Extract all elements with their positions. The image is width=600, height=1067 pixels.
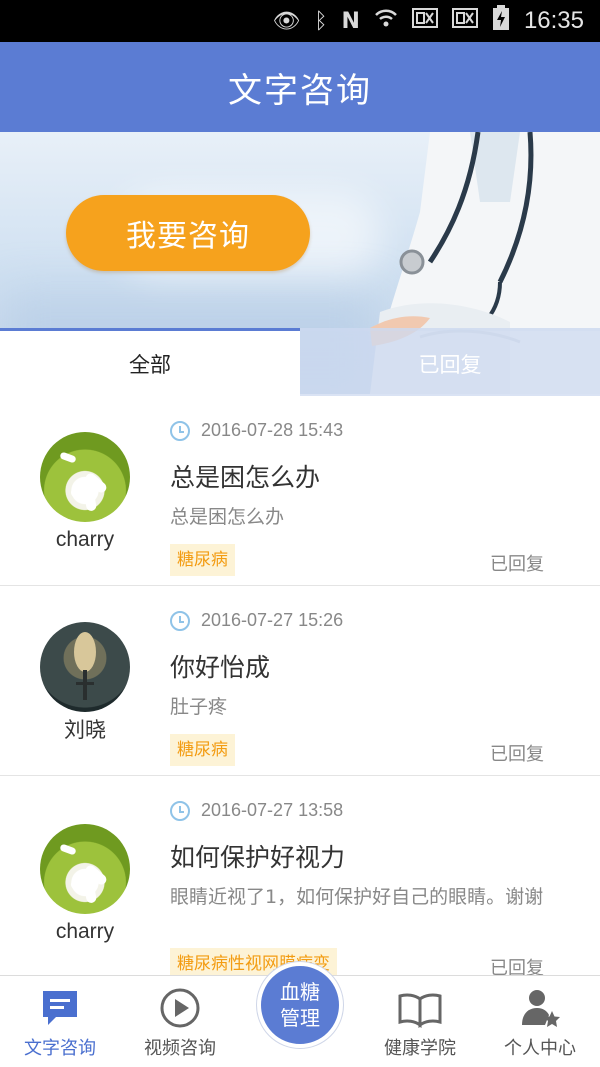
- tab-all[interactable]: 全部: [0, 328, 300, 396]
- consult-button[interactable]: 我要咨询: [66, 195, 310, 271]
- list-item[interactable]: 刘晓 2016-07-27 15:26 你好怡成 肚子疼 糖尿病 已回复: [0, 586, 600, 776]
- clock-icon: [170, 801, 190, 821]
- eye-icon: 👁: [272, 8, 301, 34]
- clock-icon: [170, 611, 190, 631]
- list-item[interactable]: charry 2016-07-28 15:43 总是困怎么办 总是困怎么办 糖尿…: [0, 396, 600, 586]
- clock-time: 16:35: [523, 7, 584, 34]
- nav-label: 个人中心: [504, 1038, 576, 1059]
- consult-body: 总是困怎么办: [170, 506, 285, 528]
- page-title: 文字咨询: [228, 70, 372, 111]
- sim-icon: [451, 7, 478, 35]
- nav-label: 健康学院: [384, 1038, 456, 1059]
- nav-label: 视频咨询: [144, 1038, 216, 1059]
- consult-datetime: 2016-07-27 13:58: [201, 800, 344, 820]
- status-bar: 👁 ᛒ N 16:35: [0, 0, 600, 42]
- clock-icon: [170, 421, 190, 441]
- book-icon: [398, 993, 442, 1028]
- nav-label: 文字咨询: [24, 1038, 96, 1059]
- battery-charging-icon: [492, 5, 510, 37]
- nfc-icon: N: [341, 8, 360, 34]
- app-header: 文字咨询: [0, 42, 600, 132]
- consult-title: 总是困怎么办: [170, 463, 321, 492]
- avatar: [40, 432, 130, 522]
- bottom-nav: 文字咨询 视频咨询 血糖 管理 健康学院 个人中心: [0, 962, 600, 1067]
- disease-tag: 糖尿病: [170, 544, 235, 576]
- nav-video-consult[interactable]: 视频咨询: [120, 976, 240, 1067]
- avatar: [40, 824, 130, 914]
- tab-replied[interactable]: 已回复: [300, 328, 600, 396]
- play-icon: [160, 988, 200, 1028]
- filter-tabs: 全部 已回复: [0, 328, 600, 396]
- consult-title: 如何保护好视力: [170, 843, 346, 872]
- username: 刘晓: [64, 719, 106, 742]
- consult-datetime: 2016-07-28 15:43: [201, 420, 344, 440]
- wifi-icon: [374, 7, 398, 35]
- consult-body: 眼睛近视了1，如何保护好自己的眼睛。谢谢: [170, 886, 544, 908]
- username: charry: [55, 528, 115, 551]
- status-label: 已回复: [490, 744, 544, 765]
- user-star-icon: [522, 990, 560, 1027]
- chat-icon: [43, 991, 77, 1025]
- nav-personal-center[interactable]: 个人中心: [480, 976, 600, 1067]
- sim-icon: [411, 7, 438, 35]
- username: charry: [55, 920, 115, 943]
- consult-datetime: 2016-07-27 15:26: [201, 610, 344, 630]
- consult-body: 肚子疼: [170, 696, 228, 718]
- disease-tag: 糖尿病: [170, 734, 235, 766]
- rocket-icon: [74, 632, 96, 700]
- nav-glucose-management[interactable]: 血糖 管理: [257, 962, 343, 1048]
- nav-center-line1: 血糖: [280, 980, 320, 1004]
- bluetooth-icon: ᛒ: [314, 8, 328, 34]
- consultation-list: charry 2016-07-28 15:43 总是困怎么办 总是困怎么办 糖尿…: [0, 396, 600, 976]
- nav-center-line2: 管理: [280, 1006, 320, 1030]
- nav-text-consult[interactable]: 文字咨询: [0, 976, 120, 1067]
- list-item[interactable]: charry 2016-07-27 13:58 如何保护好视力 眼睛近视了1，如…: [0, 776, 600, 976]
- nav-health-academy[interactable]: 健康学院: [360, 976, 480, 1067]
- consult-title: 你好怡成: [170, 653, 271, 682]
- avatar: [40, 622, 130, 712]
- status-label: 已回复: [490, 554, 544, 575]
- status-label: 已回复: [490, 958, 544, 976]
